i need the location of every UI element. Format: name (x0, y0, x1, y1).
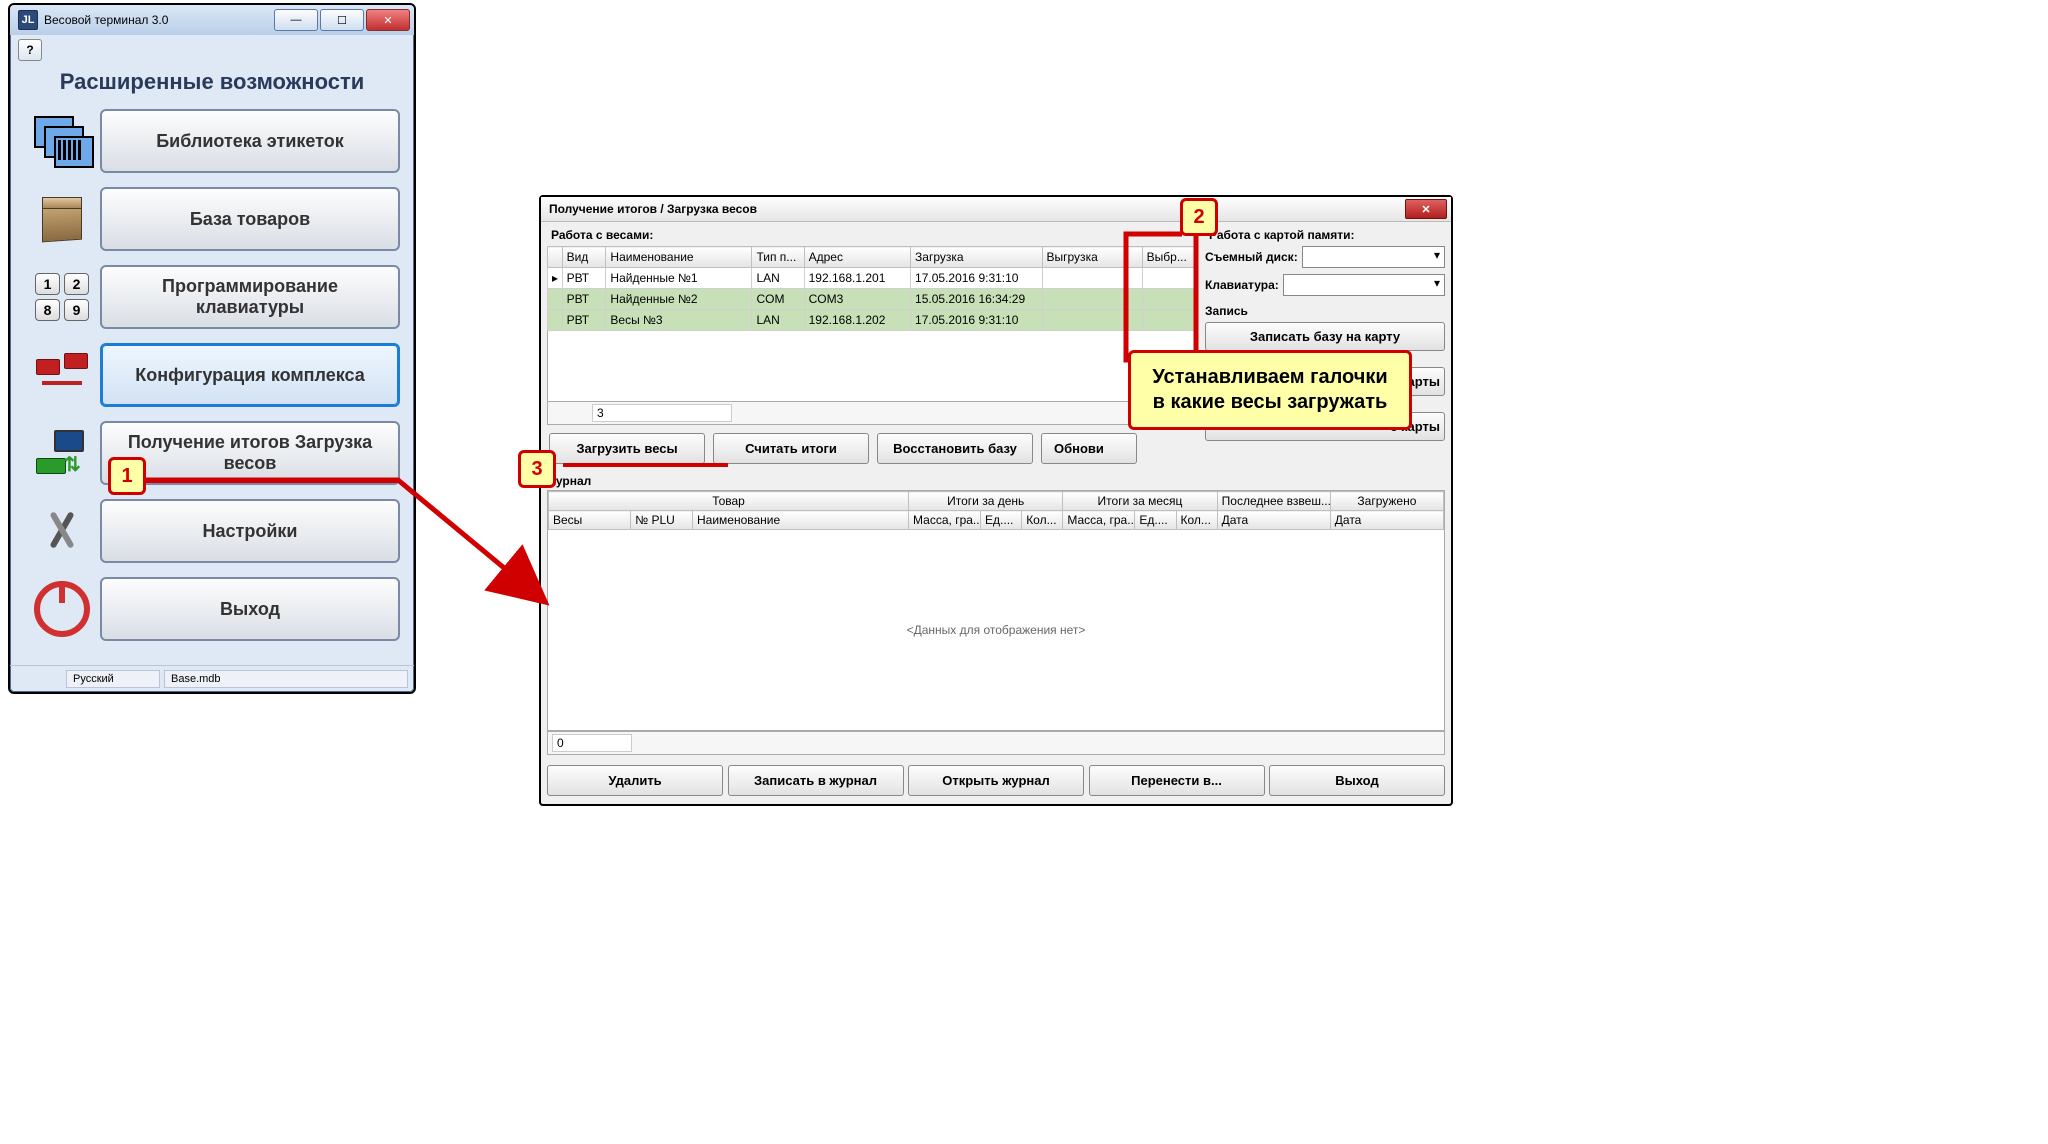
col-name[interactable]: Наименование (606, 247, 752, 268)
help-button[interactable]: ? (18, 39, 42, 61)
maximize-button[interactable]: ☐ (320, 9, 364, 31)
box-icon (38, 197, 86, 241)
tools-icon (37, 506, 87, 556)
journal-count-bar: 0 (547, 731, 1445, 755)
annotation-underline-1 (140, 479, 400, 483)
delete-button[interactable]: Удалить (547, 765, 723, 796)
scales-section-label: Работа с весами: (547, 226, 1197, 246)
annotation-badge-2: 2 (1180, 198, 1218, 236)
close-button[interactable]: ✕ (366, 9, 410, 31)
memcard-section-label: Работа с картой памяти: (1205, 226, 1445, 246)
annotation-arrow (138, 476, 558, 616)
journal-header: Товар Итоги за день Итоги за месяц После… (548, 491, 1444, 530)
app-icon: JL (18, 10, 38, 30)
dialog-titlebar: Получение итогов / Загрузка весов ✕ (541, 197, 1451, 222)
load-scales-button[interactable]: Загрузить весы (549, 433, 705, 464)
titlebar: JL Весовой терминал 3.0 — ☐ ✕ (10, 5, 414, 35)
scales-count-bar: 3 (547, 401, 1197, 425)
open-journal-button[interactable]: Открыть журнал (908, 765, 1084, 796)
keyboard-select[interactable] (1283, 274, 1445, 296)
removable-disk-label: Съемный диск: (1205, 250, 1298, 264)
col-addr[interactable]: Адрес (804, 247, 910, 268)
labels-icon (34, 116, 90, 166)
journal-panel: Товар Итоги за день Итоги за месяц После… (547, 490, 1445, 731)
col-type[interactable]: Тип п... (752, 247, 804, 268)
col-load[interactable]: Загрузка (911, 247, 1042, 268)
statusbar: Русский Base.mdb (10, 665, 414, 692)
removable-disk-select[interactable] (1302, 246, 1445, 268)
journal-label: Журнал (541, 472, 1451, 490)
upload-icon: ⇅ (34, 428, 90, 478)
labels-library-button[interactable]: Библиотека этикеток (100, 109, 400, 173)
annotation-callout: Устанавливаем галочки в какие весы загру… (1128, 350, 1412, 430)
annotation-badge-1: 1 (108, 457, 146, 495)
table-row: РВТНайденные №2COMCOM315.05.2016 16:34:2… (548, 289, 1197, 310)
power-icon (34, 581, 90, 637)
read-totals-button[interactable]: Считать итоги (713, 433, 869, 464)
scales-config-icon (34, 353, 90, 397)
write-label: Запись (1205, 302, 1445, 322)
language-cell: Русский (66, 670, 160, 688)
table-row: ▸ РВТНайденные №1LAN192.168.1.20117.05.2… (548, 268, 1197, 289)
dialog-bottom-buttons: Удалить Записать в журнал Открыть журнал… (541, 755, 1451, 804)
database-cell: Base.mdb (164, 670, 408, 688)
keyboard-programming-button[interactable]: Программирование клавиатуры (100, 265, 400, 329)
keyboard-label: Клавиатура: (1205, 278, 1279, 292)
dialog-title: Получение итогов / Загрузка весов (549, 202, 757, 216)
complex-config-button[interactable]: Конфигурация комплекса (100, 343, 400, 407)
keypad-icon: 1289 (35, 273, 89, 321)
journal-empty-text: <Данных для отображения нет> (548, 530, 1444, 730)
col-vid[interactable]: Вид (562, 247, 606, 268)
annotation-underline-3 (563, 463, 728, 467)
minimize-button[interactable]: — (274, 9, 318, 31)
write-db-to-card-button[interactable]: Записать базу на карту (1205, 322, 1445, 351)
dialog-exit-button[interactable]: Выход (1269, 765, 1445, 796)
window-title: Весовой терминал 3.0 (44, 13, 272, 27)
restore-db-button[interactable]: Восстановить базу (877, 433, 1033, 464)
totals-dialog: Получение итогов / Загрузка весов ✕ Рабо… (539, 195, 1453, 806)
main-heading: Расширенные возможности (10, 61, 414, 109)
dialog-close-button[interactable]: ✕ (1405, 199, 1447, 219)
scales-table[interactable]: Вид Наименование Тип п... Адрес Загрузка… (547, 246, 1197, 331)
table-row: РВТВесы №3LAN192.168.1.20217.05.2016 9:3… (548, 310, 1197, 331)
save-journal-button[interactable]: Записать в журнал (728, 765, 904, 796)
goods-db-button[interactable]: База товаров (100, 187, 400, 251)
annotation-badge-3: 3 (518, 450, 556, 488)
move-to-button[interactable]: Перенести в... (1089, 765, 1265, 796)
